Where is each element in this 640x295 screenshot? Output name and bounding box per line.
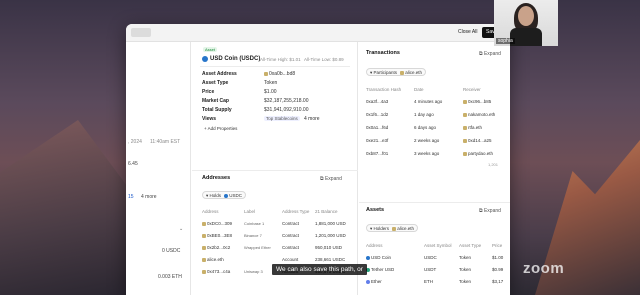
views-more[interactable]: 4 more bbox=[304, 116, 320, 122]
field-value: $31,941,092,910.00 bbox=[264, 107, 309, 113]
number-fragment: 6.45 bbox=[128, 161, 138, 167]
all-time-low: All-Time Low: $0.89 bbox=[304, 57, 344, 62]
column-header: Receiver bbox=[463, 87, 481, 92]
usdc-balance: 0 USDC bbox=[162, 248, 181, 254]
column-header: Date bbox=[414, 87, 424, 92]
right-pane: Transactions ⧉ Expand ▾ Participants ali… bbox=[359, 42, 510, 295]
filter-chip[interactable]: ▾ Holds USDC bbox=[202, 191, 247, 199]
column-header: Address bbox=[366, 243, 383, 248]
usdc-coin-icon bbox=[224, 193, 229, 198]
address-icon bbox=[463, 151, 467, 156]
participant-name: sophia bbox=[496, 38, 515, 44]
close-all-button[interactable]: Close All bbox=[454, 27, 481, 38]
field-label: Asset Address bbox=[202, 71, 237, 77]
address-icon bbox=[392, 226, 397, 231]
left-pane: , 2024 11:40am EST 6.45 15 4 more ⌄ 0 US… bbox=[126, 42, 191, 295]
column-header: Transaction Hash bbox=[366, 87, 402, 92]
chevron-down-icon[interactable]: ⌄ bbox=[179, 226, 183, 232]
subtitle-caption: We can also save this path, or bbox=[272, 264, 367, 275]
usdc-coin-icon bbox=[366, 255, 370, 260]
field-value: 0xa0b...bd8 bbox=[264, 71, 295, 77]
address-icon bbox=[202, 233, 206, 238]
field-label: Price bbox=[202, 89, 215, 95]
address-icon bbox=[463, 112, 467, 117]
add-properties-button[interactable]: + Add Properties bbox=[204, 126, 237, 131]
usdc-coin-icon bbox=[202, 56, 208, 62]
field-value: $32,187,255,218.00 bbox=[264, 98, 309, 104]
address-icon bbox=[202, 245, 206, 250]
address-icon bbox=[400, 70, 405, 75]
expand-button[interactable]: ⧉ Expand bbox=[479, 208, 501, 214]
address-icon bbox=[202, 221, 206, 226]
column-header: Label bbox=[244, 209, 256, 214]
view-tag[interactable]: Top Stablecoins bbox=[264, 116, 300, 121]
column-header: Asset Symbol bbox=[424, 243, 452, 248]
wallpaper-mountain-left bbox=[0, 120, 130, 295]
address-icon bbox=[202, 257, 206, 262]
column-header: Price bbox=[492, 243, 503, 248]
address-icon bbox=[463, 99, 467, 104]
address-chip-icon bbox=[264, 71, 268, 76]
date-fragment: , 2024 bbox=[128, 139, 142, 145]
column-header: 21 Balance bbox=[315, 209, 338, 214]
addresses-title: Addresses bbox=[202, 175, 231, 181]
webcam-video: sophia bbox=[494, 0, 558, 46]
column-header: Address bbox=[202, 209, 219, 214]
field-label: Asset Type bbox=[202, 80, 229, 86]
address-icon bbox=[202, 269, 206, 274]
field-label: Views bbox=[202, 116, 217, 122]
asset-name: USD Coin (USDC) bbox=[210, 56, 261, 62]
participant-face bbox=[518, 6, 534, 26]
wallpaper-mountain-right bbox=[535, 140, 640, 295]
expand-button[interactable]: ⧉ Expand bbox=[479, 51, 501, 57]
filter-chip[interactable]: ▾ Participants alice.eth bbox=[366, 68, 427, 76]
divider bbox=[192, 170, 358, 171]
assets-title: Assets bbox=[366, 207, 385, 213]
more-link[interactable]: 4 more bbox=[141, 194, 157, 200]
eth-balance: 0.003 ETH bbox=[158, 274, 182, 280]
expand-button[interactable]: ⧉ Expand bbox=[320, 176, 342, 182]
window-topbar: Close All Save bbox=[126, 24, 510, 42]
app-window: Close All Save , 2024 11:40am EST 6.45 1… bbox=[126, 24, 510, 295]
window-tab[interactable] bbox=[131, 28, 151, 37]
participant-body bbox=[510, 28, 542, 46]
transactions-count: 1,201 bbox=[488, 162, 499, 167]
field-label: Market Cap bbox=[202, 98, 229, 104]
link-fragment[interactable]: 15 bbox=[128, 194, 134, 200]
address-icon bbox=[463, 138, 467, 143]
divider bbox=[200, 66, 350, 67]
time-fragment: 11:40am EST bbox=[150, 139, 181, 145]
all-time-high: All-Time High: $1.01 bbox=[260, 57, 301, 62]
filter-chip[interactable]: ▾ Holders alice.eth bbox=[366, 224, 419, 232]
field-value: Token bbox=[264, 80, 278, 86]
field-label: Total Supply bbox=[202, 107, 232, 113]
column-header: Address Type bbox=[282, 209, 310, 214]
asset-detail-pane: Asset USD Coin (USDC) All-Time High: $1.… bbox=[192, 42, 358, 295]
ether-coin-icon bbox=[366, 279, 370, 284]
zoom-logo: zoom bbox=[523, 260, 565, 277]
divider bbox=[359, 202, 510, 203]
field-value: $1.00 bbox=[264, 89, 277, 95]
asset-badge: Asset bbox=[203, 47, 218, 52]
address-icon bbox=[463, 125, 467, 130]
transactions-title: Transactions bbox=[366, 50, 400, 56]
column-header: Asset Type bbox=[459, 243, 482, 248]
